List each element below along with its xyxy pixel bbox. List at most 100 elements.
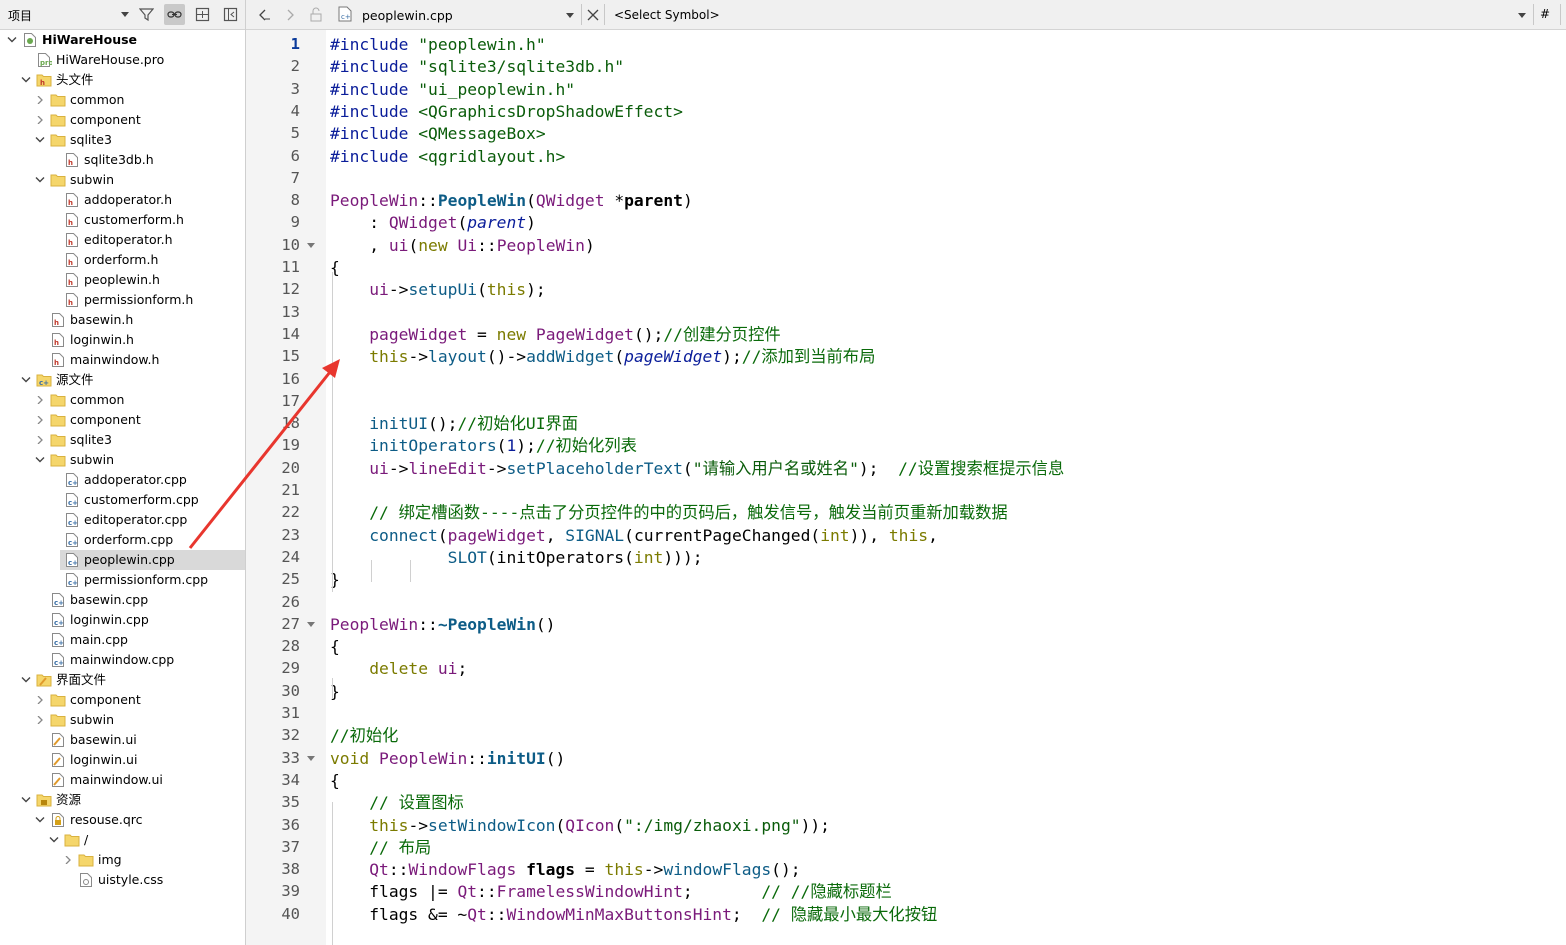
split-icon[interactable]: [220, 4, 241, 25]
tree-item[interactable]: h loginwin.h: [0, 330, 245, 350]
tree-item[interactable]: h basewin.h: [0, 310, 245, 330]
tree-item[interactable]: basewin.ui: [0, 730, 245, 750]
code-line[interactable]: SLOT(initOperators(int)));: [330, 548, 703, 568]
tree-item[interactable]: component: [0, 690, 245, 710]
chevron-down-icon[interactable]: [20, 790, 32, 810]
tree-item[interactable]: component: [0, 410, 245, 430]
tree-item[interactable]: c+ permissionform.cpp: [0, 570, 245, 590]
tree-item[interactable]: c+ main.cpp: [0, 630, 245, 650]
tree-item[interactable]: subwin: [0, 450, 245, 470]
tree-item[interactable]: c+ orderform.cpp: [0, 530, 245, 550]
code-line[interactable]: // 绑定槽函数----点击了分页控件的中的页码后，触发信号，触发当前页重新加载…: [330, 503, 1007, 523]
code-line[interactable]: flags |= Qt::FramelessWindowHint; // //隐…: [330, 882, 892, 902]
tree-item[interactable]: sqlite3: [0, 430, 245, 450]
tree-item[interactable]: 资源: [0, 790, 245, 810]
chevron-down-icon[interactable]: [34, 810, 46, 830]
tree-item[interactable]: sqlite3: [0, 130, 245, 150]
tree-item[interactable]: h 头文件: [0, 70, 245, 90]
tree-item[interactable]: loginwin.ui: [0, 750, 245, 770]
code-line[interactable]: #include <QGraphicsDropShadowEffect>: [330, 102, 683, 122]
close-icon[interactable]: [584, 0, 602, 29]
chevron-right-icon[interactable]: [34, 710, 46, 730]
chevron-down-icon[interactable]: [34, 130, 46, 150]
open-file-select[interactable]: c+ peoplewin.cpp: [334, 0, 580, 29]
code-line[interactable]: #include <qgridlayout.h>: [330, 147, 565, 167]
code-line[interactable]: // 设置图标: [330, 793, 464, 813]
tree-item[interactable]: uistyle.css: [0, 870, 245, 890]
tree-item[interactable]: c+ loginwin.cpp: [0, 610, 245, 630]
tree-item[interactable]: common: [0, 390, 245, 410]
tree-item[interactable]: c+ 源文件: [0, 370, 245, 390]
tree-item[interactable]: /: [0, 830, 245, 850]
code-line[interactable]: , ui(new Ui::PeopleWin): [330, 236, 595, 256]
code-line[interactable]: this->layout()->addWidget(pageWidget);//…: [330, 347, 875, 367]
chevron-right-icon[interactable]: [62, 850, 74, 870]
code-line[interactable]: this->setWindowIcon(QIcon(":/img/zhaoxi.…: [330, 816, 830, 836]
code-line[interactable]: Qt::WindowFlags flags = this->windowFlag…: [330, 860, 800, 880]
tree-item[interactable]: img: [0, 850, 245, 870]
chevron-right-icon[interactable]: [34, 410, 46, 430]
code-line[interactable]: connect(pageWidget, SIGNAL(currentPageCh…: [330, 526, 938, 546]
chevron-down-icon[interactable]: [20, 70, 32, 90]
tree-item[interactable]: h editoperator.h: [0, 230, 245, 250]
tree-item[interactable]: h addoperator.h: [0, 190, 245, 210]
code-line[interactable]: ui->lineEdit->setPlaceholderText("请输入用户名…: [330, 459, 1064, 479]
code-line[interactable]: {: [330, 771, 340, 791]
code-line[interactable]: //初始化: [330, 726, 398, 746]
symbol-select[interactable]: <Select Symbol>: [606, 0, 1531, 29]
tree-item[interactable]: 界面文件: [0, 670, 245, 690]
filter-icon[interactable]: [136, 4, 157, 25]
code-line[interactable]: flags &= ~Qt::WindowMinMaxButtonsHint; /…: [330, 905, 937, 925]
tree-item[interactable]: h permissionform.h: [0, 290, 245, 310]
chevron-right-icon[interactable]: [34, 90, 46, 110]
tree-item[interactable]: HiWareHouse: [0, 30, 245, 50]
tree-item[interactable]: h peoplewin.h: [0, 270, 245, 290]
code-line[interactable]: initUI();//初始化UI界面: [330, 414, 578, 434]
code-line[interactable]: : QWidget(parent): [330, 213, 536, 233]
chevron-right-icon[interactable]: [34, 390, 46, 410]
forward-arrow-icon[interactable]: [280, 0, 300, 29]
code-line[interactable]: #include <QMessageBox>: [330, 124, 546, 144]
tree-item[interactable]: h mainwindow.h: [0, 350, 245, 370]
code-line[interactable]: pageWidget = new PageWidget();//创建分页控件: [330, 325, 780, 345]
chevron-down-icon[interactable]: [20, 670, 32, 690]
code-line[interactable]: ui->setupUi(this);: [330, 280, 545, 300]
tree-item[interactable]: component: [0, 110, 245, 130]
tree-item[interactable]: common: [0, 90, 245, 110]
code-line[interactable]: #include "ui_peoplewin.h": [330, 80, 575, 100]
tree-item[interactable]: resouse.qrc: [0, 810, 245, 830]
code-line[interactable]: delete ui;: [330, 659, 467, 679]
lock-icon[interactable]: [306, 0, 326, 29]
tree-item[interactable]: c+ editoperator.cpp: [0, 510, 245, 530]
tree-item[interactable]: h customerform.h: [0, 210, 245, 230]
line-encoding-indicator[interactable]: #: [1540, 0, 1554, 29]
code-line[interactable]: PeopleWin::PeopleWin(QWidget *parent): [330, 191, 693, 211]
tree-item[interactable]: c+ peoplewin.cpp: [60, 550, 245, 570]
fold-marker-icon[interactable]: [307, 755, 315, 761]
code-line[interactable]: {: [330, 637, 340, 657]
tree-item[interactable]: h sqlite3db.h: [0, 150, 245, 170]
code-line[interactable]: initOperators(1);//初始化列表: [330, 436, 637, 456]
code-line[interactable]: PeopleWin::~PeopleWin(): [330, 615, 555, 635]
code-line[interactable]: void PeopleWin::initUI(): [330, 749, 565, 769]
chevron-down-icon[interactable]: [48, 830, 60, 850]
tree-item[interactable]: mainwindow.ui: [0, 770, 245, 790]
add-split-icon[interactable]: [192, 4, 213, 25]
chevron-down-icon[interactable]: [34, 450, 46, 470]
link-icon[interactable]: [164, 4, 185, 25]
tree-item[interactable]: c+ mainwindow.cpp: [0, 650, 245, 670]
chevron-right-icon[interactable]: [34, 690, 46, 710]
fold-marker-icon[interactable]: [307, 242, 315, 248]
chevron-down-icon[interactable]: [34, 170, 46, 190]
tree-item[interactable]: subwin: [0, 170, 245, 190]
chevron-down-icon[interactable]: [6, 30, 18, 50]
project-view-select[interactable]: 项目: [3, 3, 131, 25]
tree-item[interactable]: c+ basewin.cpp: [0, 590, 245, 610]
chevron-right-icon[interactable]: [34, 110, 46, 130]
code-editor[interactable]: 1 2 3 4 5 6 7 8 9 10 11 12 13 14 15 16 17 18 19 20 21 22 23 24 2…: [246, 30, 1566, 945]
tree-item[interactable]: c+ customerform.cpp: [0, 490, 245, 510]
chevron-down-icon[interactable]: [20, 370, 32, 390]
back-arrow-icon[interactable]: [254, 0, 274, 29]
tree-item[interactable]: h orderform.h: [0, 250, 245, 270]
tree-item[interactable]: c+ addoperator.cpp: [0, 470, 245, 490]
